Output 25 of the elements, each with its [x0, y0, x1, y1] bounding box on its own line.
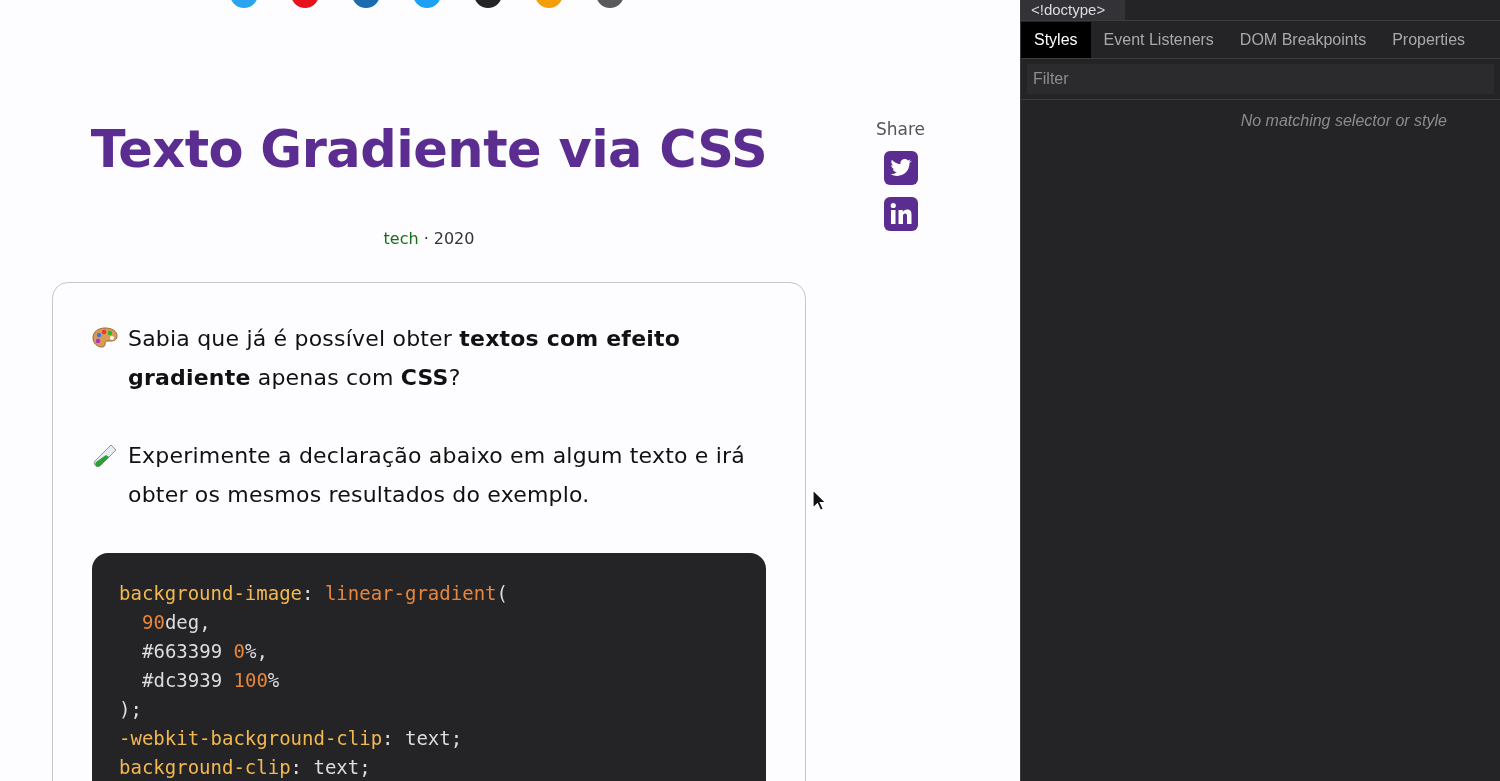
article-title: Texto Gradiente via CSS — [90, 119, 768, 181]
code-line: ); — [119, 698, 142, 720]
breadcrumb-tab[interactable]: <!doctype> — [1021, 0, 1125, 20]
post-year: 2020 — [433, 229, 475, 248]
intro-paragraph: Sabia que já é possível obter textos com efeito gradiente apenas com CSS? — [128, 325, 682, 392]
code-line: background-clip: text; — [119, 756, 371, 778]
intro-paragraph: Experimente a declaração abaixo em algum texto e irá obter os mesmos resultados do exemplo. — [128, 442, 747, 509]
devtools-tab[interactable]: Event Listeners — [1090, 22, 1227, 58]
code-line: -webkit-background-clip: text; — [119, 727, 463, 749]
code-line: 90deg, — [142, 611, 211, 633]
linkedin-share-icon[interactable] — [883, 197, 918, 231]
code-line: #dc3939 100% — [142, 669, 280, 691]
twitter-share-icon[interactable] — [883, 151, 918, 185]
devtools-tab[interactable]: Properties — [1379, 22, 1479, 58]
devtools-tab[interactable]: DOM Breakpoints — [1226, 22, 1380, 58]
meta-separator: · — [423, 229, 429, 248]
code-line: #663399 0%, — [142, 640, 268, 662]
share-label: Share — [876, 119, 926, 139]
empty-message: No matching selector or style — [1239, 111, 1448, 130]
test-tube-icon — [92, 443, 118, 469]
category-link[interactable]: tech — [383, 229, 419, 248]
filter-field[interactable]: Filter — [1027, 64, 1494, 94]
code-line: background-image: linear-gradient( — [119, 582, 508, 604]
devtools-tab[interactable]: Styles — [1021, 22, 1091, 58]
palette-icon — [92, 326, 118, 350]
